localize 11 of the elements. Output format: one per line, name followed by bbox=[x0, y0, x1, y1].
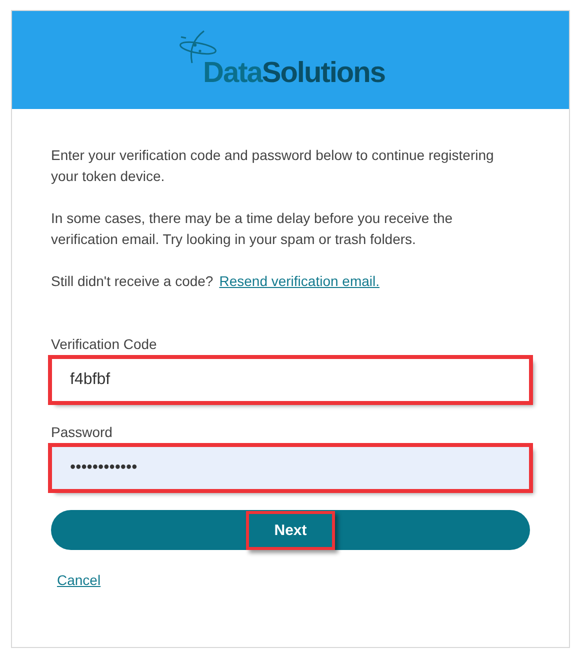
password-field[interactable]: •••••••••••• bbox=[51, 446, 530, 490]
field-label: Password bbox=[51, 423, 114, 442]
cancel-link[interactable]: Cancel bbox=[57, 570, 101, 591]
instruction-text: In some cases, there may be a time delay before you receive the verification email. Try looking in your spam or trash folders. bbox=[51, 209, 454, 249]
instruction-text: Enter your verification code and password below to continue registering your token device. bbox=[51, 146, 495, 186]
input-field[interactable]: f4bfbf bbox=[51, 358, 530, 402]
logo-text: DataSolutions bbox=[203, 57, 385, 90]
prompt-text: Still didn't receive a code? bbox=[51, 272, 214, 291]
field-label: Verification Code bbox=[51, 335, 158, 354]
next-button[interactable]: Next bbox=[51, 510, 530, 550]
resend-link[interactable]: Resend verification email. bbox=[219, 271, 380, 292]
